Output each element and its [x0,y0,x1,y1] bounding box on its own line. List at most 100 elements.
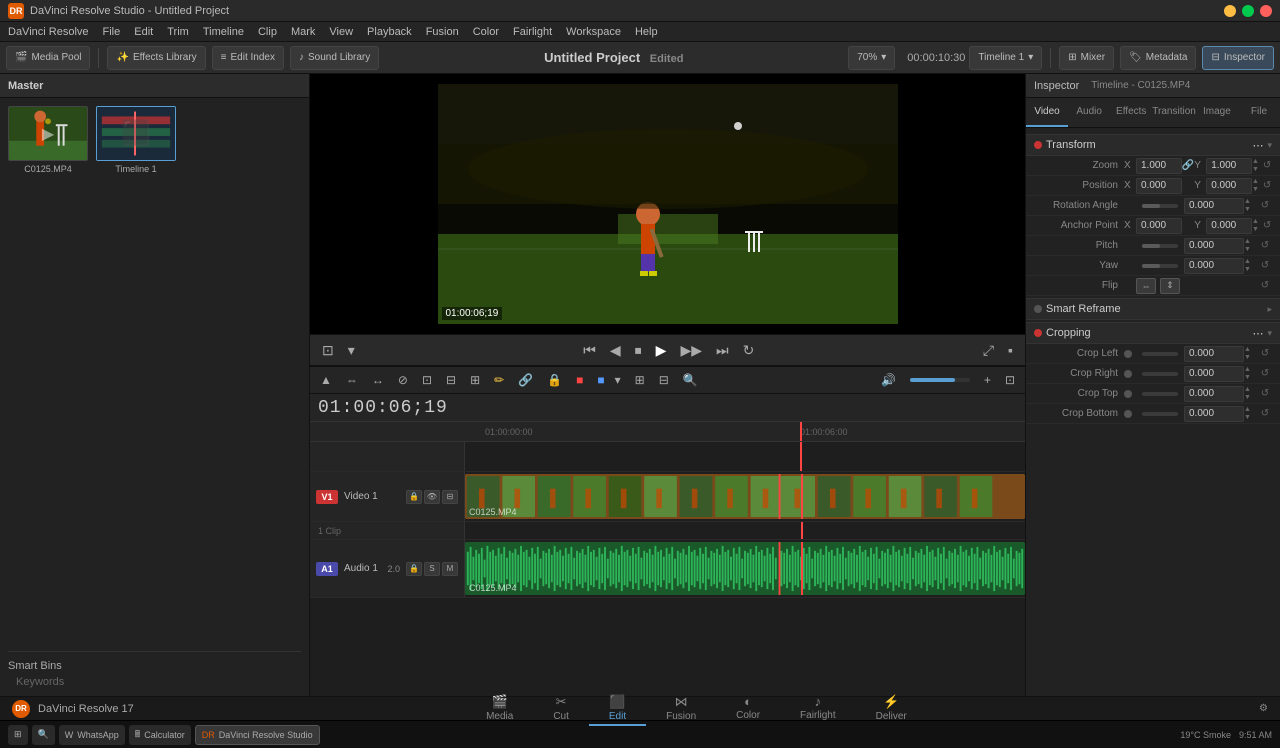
crop-left-arrows[interactable]: ▲ ▼ [1244,346,1258,361]
crop-left-slider[interactable] [1142,352,1178,356]
zoom-button[interactable]: ▾ [344,340,359,361]
fullscreen-button[interactable]: ⤢ [979,340,998,361]
crop-right-arrows[interactable]: ▲ ▼ [1244,366,1258,381]
menu-color[interactable]: Color [473,26,499,38]
nav-tab-fairlight[interactable]: ♪ Fairlight [780,692,856,725]
rotation-slider[interactable] [1142,204,1178,208]
slide-tool-button[interactable]: ⊟ [442,371,460,389]
audio-track-button[interactable]: ⊟ [442,490,458,504]
audio-track-timeline[interactable]: C0125.MP4 [465,540,1025,597]
menu-fusion[interactable]: Fusion [426,26,459,38]
crop-top-value[interactable]: 0.000 [1184,386,1244,402]
crop-bottom-slider[interactable] [1142,412,1178,416]
slip-tool-button[interactable]: ⊡ [418,371,436,389]
crop-bottom-reset[interactable]: ↺ [1258,408,1272,419]
link-button[interactable]: 🔗 [514,371,537,389]
cinema-viewer-button[interactable]: ▪ [1004,340,1017,360]
video-clip-c0125[interactable]: C0125.MP4 [465,474,1025,519]
rotation-arrows[interactable]: ▲ ▼ [1244,198,1258,213]
menu-trim[interactable]: Trim [167,26,189,38]
yaw-reset-button[interactable]: ↺ [1258,260,1272,271]
nav-tab-media[interactable]: 🎬 Media [466,692,533,726]
rotation-reset-button[interactable]: ↺ [1258,200,1272,211]
inspector-button[interactable]: ⊟ Inspector [1202,46,1274,70]
smart-reframe-header[interactable]: Smart Reframe ▸ [1026,298,1280,320]
cropping-header[interactable]: Cropping ⋯ ▾ [1026,322,1280,344]
taskbar-start-button[interactable]: ⊞ [8,725,28,745]
menu-playback[interactable]: Playback [367,26,412,38]
crop-right-value[interactable]: 0.000 [1184,366,1244,382]
draw-tool-button[interactable]: ✏ [490,371,508,389]
menu-help[interactable]: Help [635,26,658,38]
snap-button[interactable]: ■ [572,371,587,389]
flip-reset-button[interactable]: ↺ [1258,280,1272,291]
taskbar-calculator[interactable]: 🖩 Calculator [129,725,191,745]
crop-right-slider[interactable] [1142,372,1178,376]
mode-dropdown[interactable]: ▾ [611,371,625,389]
menu-mark[interactable]: Mark [291,26,315,38]
play-button[interactable]: ▶ [652,340,671,361]
audio-track-controls[interactable]: 🔒 S M [406,562,458,576]
pitch-reset-button[interactable]: ↺ [1258,240,1272,251]
clip-thumbnail-timeline1[interactable] [96,106,176,161]
crop-left-reset[interactable]: ↺ [1258,348,1272,359]
transform-chevron-icon[interactable]: ▾ [1267,140,1272,151]
anchor-reset-button[interactable]: ↺ [1262,220,1272,231]
metadata-button[interactable]: 🏷 Metadata [1120,46,1196,70]
nav-tab-edit[interactable]: ⬛ Edit [589,692,646,726]
anchor-arrows[interactable]: ▲ ▼ [1252,218,1262,233]
menu-workspace[interactable]: Workspace [566,26,621,38]
edit-index-button[interactable]: ≡ Edit Index [212,46,284,70]
flip-vertical-button[interactable]: ⇕ [1160,278,1180,294]
zoom-reset-button[interactable]: ↺ [1262,160,1272,171]
taskbar-search-button[interactable]: 🔍 [32,725,55,745]
blade-tool-button[interactable]: ⊘ [394,371,412,389]
crop-top-slider[interactable] [1142,392,1178,396]
taskbar-whatsapp[interactable]: W WhatsApp [59,725,125,745]
go-to-end-button[interactable]: ⏭ [712,340,733,361]
sound-library-button[interactable]: ♪ Sound Library [290,46,379,70]
lock-track-button[interactable]: 🔒 [406,490,422,504]
zoom-link-button[interactable]: 🔗 [1182,158,1194,174]
select-tool-button[interactable]: ▲ [316,371,336,389]
transform-header[interactable]: Transform ⋯ ▾ [1026,134,1280,156]
flip-horizontal-button[interactable]: ⇔ [1136,278,1156,294]
zoom-x-value[interactable]: 1.000 [1136,158,1182,174]
menu-clip[interactable]: Clip [258,26,277,38]
loop-button[interactable]: ↻ [739,340,759,361]
window-controls[interactable] [1224,5,1272,17]
minimize-button[interactable] [1224,5,1236,17]
volume-button[interactable]: 🔊 [877,371,900,389]
stop-button[interactable]: ⏹ [631,340,646,361]
yaw-slider[interactable] [1142,264,1178,268]
crop-left-value[interactable]: 0.000 [1184,346,1244,362]
smart-reframe-chevron-icon[interactable]: ▸ [1267,304,1272,315]
tab-effects[interactable]: Effects [1110,98,1152,127]
zoom-selector[interactable]: 70% ▾ [848,46,895,70]
crop-top-reset[interactable]: ↺ [1258,388,1272,399]
crop-bottom-arrows[interactable]: ▲ ▼ [1244,406,1258,421]
audio-clip-c0125[interactable]: C0125.MP4 [465,542,1025,595]
anchor-y-value[interactable]: 0.000 [1206,218,1252,234]
yaw-value[interactable]: 0.000 [1184,258,1244,274]
nav-tab-fusion[interactable]: ⋈ Fusion [646,692,716,726]
warp-tool-button[interactable]: ⊞ [466,371,484,389]
tab-transition[interactable]: Transition [1152,98,1196,127]
audio-lock-button[interactable]: 🔒 [406,562,422,576]
position-x-value[interactable]: 0.000 [1136,178,1182,194]
close-button[interactable] [1260,5,1272,17]
tab-file[interactable]: File [1238,98,1280,127]
search-timeline-button[interactable]: 🔍 [679,371,702,389]
video-track-timeline[interactable]: C0125.MP4 [465,472,1025,521]
timeline-settings-button[interactable]: ⊡ [1001,371,1019,389]
previous-frame-button[interactable]: ◀ [606,340,625,361]
nav-tab-cut[interactable]: ✂ Cut [533,692,589,726]
cropping-chevron-icon[interactable]: ▾ [1267,328,1272,339]
clip-thumbnail-c0125[interactable] [8,106,88,161]
pitch-slider[interactable] [1142,244,1178,248]
menu-view[interactable]: View [329,26,353,38]
timeline-selector[interactable]: Timeline 1 ▾ [969,46,1042,70]
visibility-button[interactable]: 👁 [424,490,440,504]
tab-video[interactable]: Video [1026,98,1068,127]
audio-mixer-button[interactable]: ⊞ [631,371,649,389]
